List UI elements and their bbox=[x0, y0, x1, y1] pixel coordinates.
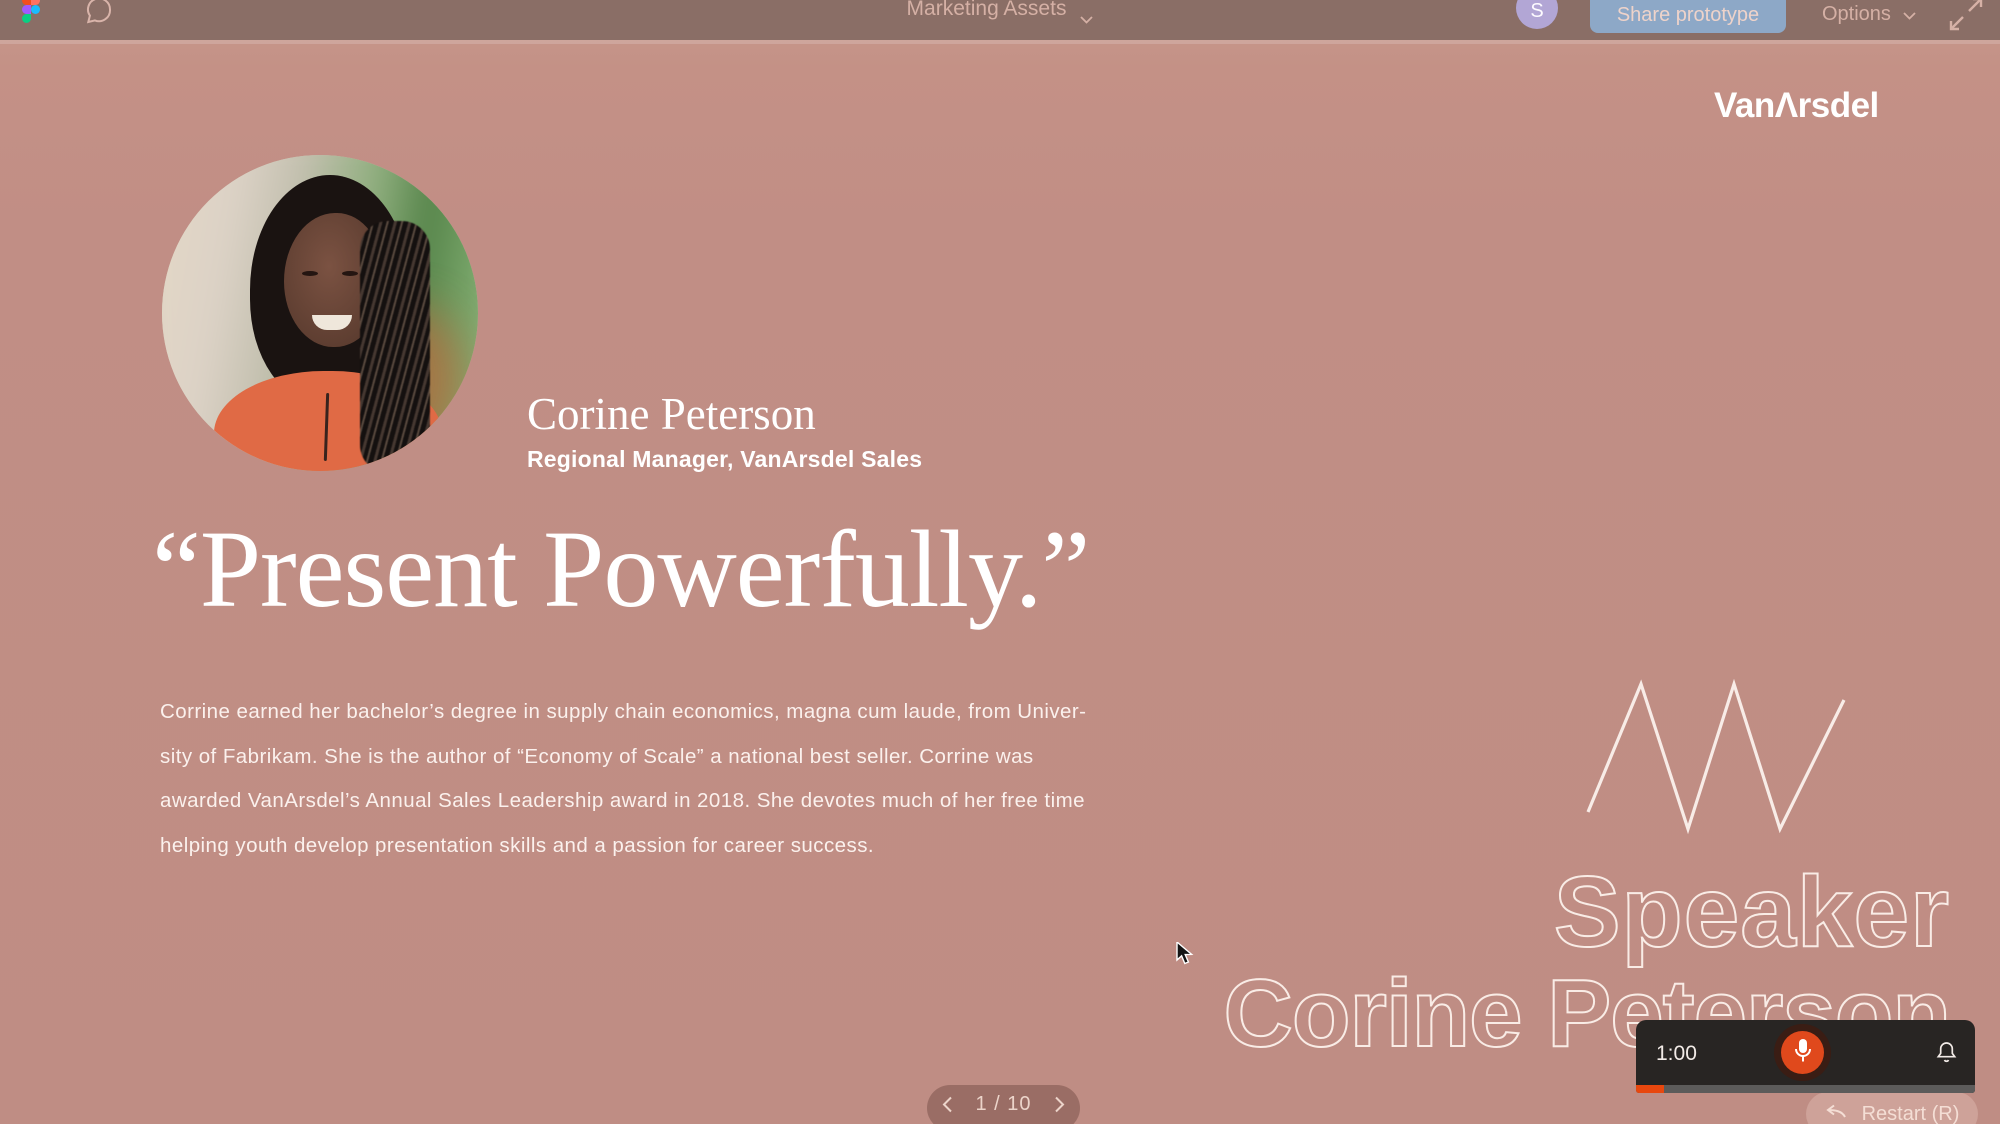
watermark-speaker: Speaker bbox=[1554, 862, 1950, 962]
zigzag-brand-mark-icon bbox=[1584, 676, 1866, 841]
share-prototype-button[interactable]: Share prototype bbox=[1590, 0, 1786, 33]
bio-line: sity of Fabrikam. She is the author of “… bbox=[160, 735, 1086, 780]
next-slide-icon[interactable] bbox=[1054, 1096, 1065, 1113]
speaker-role: Regional Manager, VanArsdel Sales bbox=[527, 446, 922, 473]
page-navigator: 1 / 10 bbox=[927, 1085, 1080, 1124]
vanarsdel-logo: VanΛrsdel bbox=[1714, 86, 1879, 126]
previous-slide-icon[interactable] bbox=[942, 1096, 953, 1113]
bio-line: helping youth develop presentation skill… bbox=[160, 824, 1086, 869]
page-indicator: 1 / 10 bbox=[975, 1093, 1031, 1124]
headline-quote: “Present Powerfully.” bbox=[152, 506, 1089, 633]
speaker-photo bbox=[162, 155, 478, 471]
prototype-title: Marketing Assets bbox=[907, 0, 1067, 21]
bell-icon[interactable] bbox=[1936, 1040, 1957, 1070]
recording-widget: 1:00 bbox=[1636, 1020, 1975, 1093]
chevron-down-icon bbox=[1903, 3, 1916, 26]
bio-line: Corrine earned her bachelor’s degree in … bbox=[160, 690, 1086, 735]
fullscreen-toggle-icon[interactable] bbox=[1948, 0, 1984, 37]
restart-label: Restart (R) bbox=[1862, 1103, 1960, 1124]
bio-line: awarded VanArsdel’s Annual Sales Leaders… bbox=[160, 779, 1086, 824]
recording-time: 1:00 bbox=[1656, 1042, 1697, 1066]
restart-button[interactable]: Restart (R) bbox=[1806, 1092, 1978, 1124]
options-menu-button[interactable]: Options bbox=[1822, 0, 1916, 30]
options-label: Options bbox=[1822, 3, 1891, 26]
microphone-button[interactable] bbox=[1781, 1031, 1824, 1074]
mouse-pointer-icon bbox=[1176, 942, 1198, 971]
photo-eye bbox=[302, 271, 318, 276]
photo-braids bbox=[360, 221, 430, 471]
speaker-name: Corine Peterson bbox=[527, 388, 816, 440]
recording-progress-bar[interactable] bbox=[1636, 1085, 1975, 1093]
photo-eye bbox=[342, 271, 358, 276]
recording-progress-fill bbox=[1636, 1085, 1664, 1093]
microphone-icon bbox=[1794, 1038, 1812, 1067]
speaker-bio: Corrine earned her bachelor’s degree in … bbox=[160, 690, 1086, 868]
mic-glow-ring bbox=[1774, 1024, 1831, 1081]
chevron-down-icon bbox=[1080, 6, 1093, 30]
presentation-stage: Marketing Assets S Share prototype Optio… bbox=[0, 0, 2000, 1124]
toolbar-edge-highlight bbox=[0, 40, 2000, 44]
toolbar: Marketing Assets S Share prototype Optio… bbox=[0, 0, 2000, 40]
undo-arrow-icon bbox=[1825, 1103, 1848, 1124]
